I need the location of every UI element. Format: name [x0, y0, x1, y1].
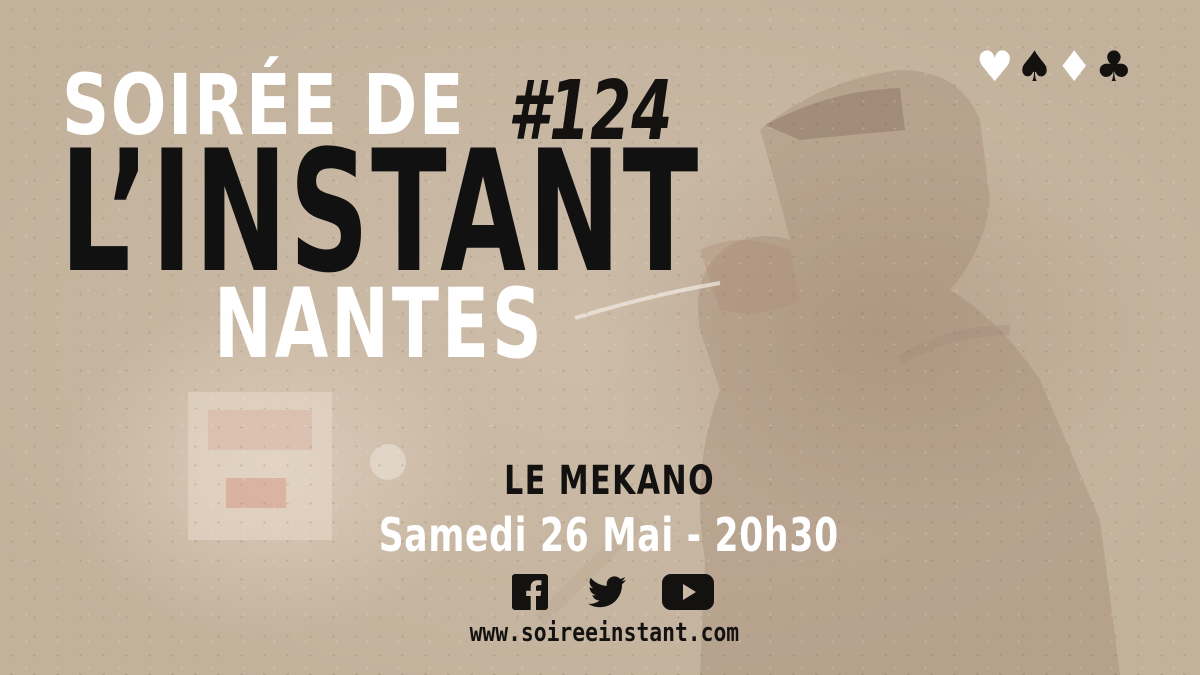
club-icon: ♣ — [1094, 42, 1133, 91]
facebook-icon[interactable] — [512, 574, 548, 610]
card-suits: ♥ ♠ ♦ ♣ — [976, 46, 1133, 88]
spade-icon: ♠ — [1015, 42, 1054, 91]
youtube-icon[interactable] — [662, 574, 714, 610]
city-name: NANTES — [214, 268, 545, 380]
social-links — [512, 574, 714, 610]
poster-background: SOIRÉE DE #124 L’INSTANT NANTES ♥ ♠ ♦ ♣ … — [0, 0, 1200, 675]
twitter-icon[interactable] — [588, 576, 626, 608]
diamond-icon: ♦ — [1055, 42, 1093, 91]
website-link[interactable]: www.soireeinstant.com — [0, 618, 1200, 648]
venue-name: LE MEKANO — [504, 458, 716, 504]
heart-icon: ♥ — [976, 42, 1014, 91]
event-date: Samedi 26 Mai - 20h30 — [378, 508, 840, 562]
